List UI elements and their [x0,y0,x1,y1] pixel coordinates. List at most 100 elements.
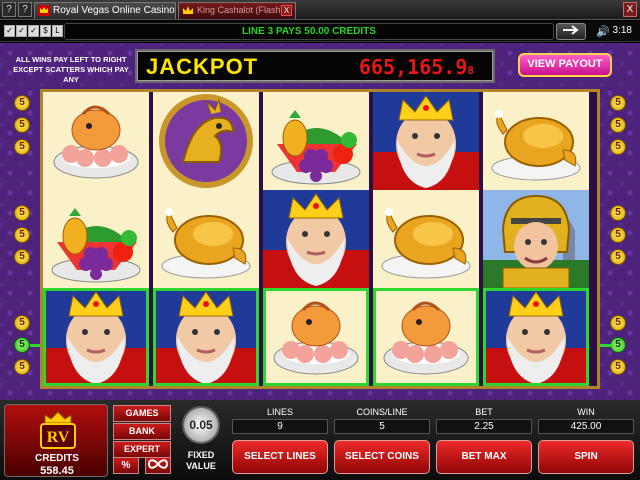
king-icon [263,190,369,288]
jackpot-label: JACKPOT [146,54,259,79]
fruit-icon [43,190,149,288]
sound-icon[interactable]: 🔊 [596,25,610,38]
infinity-icon [147,459,169,469]
payline-right-4-button[interactable]: 5 [610,205,626,221]
title-bar: ? ? Royal Vegas Online Casino King Casha… [0,0,640,20]
tool-button-1[interactable]: ✓ [4,25,15,37]
chicken-icon [373,190,479,288]
pay-rule-text: ALL WINS PAY LEFT TO RIGHT EXCEPT SCATTE… [13,55,129,84]
dragon-icon [153,92,259,190]
jackpot-value: 665,165.98 [359,55,474,79]
reel-4 [373,92,479,386]
chicken-symbol [483,92,589,190]
jackpot-display: JACKPOT 665,165.98 [137,51,493,81]
win-label: WIN [577,407,595,417]
svg-text:RV: RV [47,429,70,446]
king-symbol [373,92,479,190]
view-payout-button[interactable]: VIEW PAYOUT [518,53,612,77]
exit-button[interactable] [556,23,586,40]
payline-left-6-button[interactable]: 5 [14,249,30,265]
status-message: LINE 3 PAYS 50.00 CREDITS [64,23,554,40]
tool-button-2[interactable]: ✓ [16,25,27,37]
casino-icon [38,5,50,16]
winning-line-highlight [263,288,369,386]
knight-symbol [483,190,589,288]
payline-left-7-button[interactable]: 5 [14,315,30,331]
help-button[interactable]: ? [18,2,32,17]
fixed-value-label: FIXED VALUE [186,450,216,471]
payline-right-2-button[interactable]: 5 [610,117,626,133]
shrimp-icon [43,92,149,190]
reel-3 [263,92,369,386]
winning-line-highlight [153,288,259,386]
bank-button[interactable]: BANK [113,423,171,440]
window-close-button[interactable]: X [623,2,637,17]
tab-close-button[interactable]: X [281,5,292,16]
crown-icon [183,6,193,14]
tool-button-4[interactable]: $ [40,25,51,37]
expert-button[interactable]: EXPERT [113,441,171,458]
select-lines-button[interactable]: SELECT LINES [232,440,328,474]
slot-game: ALL WINS PAY LEFT TO RIGHT EXCEPT SCATTE… [0,43,640,400]
payline-left-9-button[interactable]: 5 [14,359,30,375]
payline-right-3-button[interactable]: 5 [610,139,626,155]
reel-2 [153,92,259,386]
percent-button[interactable]: % [113,457,139,474]
control-panel: RV CREDITS 558.45 GAMES BANK EXPERT % 0.… [0,400,640,480]
payline-right-5-button[interactable]: 5 [610,227,626,243]
spin-button[interactable]: SPIN [538,440,634,474]
shrimp-symbol [43,92,149,190]
tab-label: Royal Vegas Online Casino [53,5,175,16]
payline-left-1-button[interactable]: 5 [14,95,30,111]
king-icon [373,92,479,190]
select-coins-button[interactable]: SELECT COINS [334,440,430,474]
system-menu-button[interactable]: ? [2,2,16,17]
chicken-symbol [373,190,479,288]
coins-line-label: COINS/LINE [356,407,408,417]
chicken-icon [153,190,259,288]
payline-right-8-button[interactable]: 5 [610,337,626,353]
credits-panel: RV CREDITS 558.45 [4,404,108,477]
payline-left-3-button[interactable]: 5 [14,139,30,155]
info-bar: ✓ ✓ ✓ $ L LINE 3 PAYS 50.00 CREDITS 🔊 3:… [0,21,640,42]
credits-value: 558.45 [40,465,74,477]
royal-vegas-logo: RV [40,411,76,449]
payline-right-7-button[interactable]: 5 [610,315,626,331]
coins-line-value: 5 [334,419,430,434]
casino-window: ? ? Royal Vegas Online Casino King Casha… [0,0,640,480]
payline-left-4-button[interactable]: 5 [14,205,30,221]
lines-label: LINES [266,407,293,417]
king-symbol [263,190,369,288]
games-button[interactable]: GAMES [113,405,171,422]
winning-line-highlight [483,288,589,386]
reels [40,89,600,389]
credits-label: CREDITS [35,453,79,464]
bet-label: BET [475,407,493,417]
autoplay-button[interactable] [145,457,171,474]
knight-icon [483,190,589,288]
bet-max-button[interactable]: BET MAX [436,440,532,474]
payline-left-5-button[interactable]: 5 [14,227,30,243]
tab-royal-vegas[interactable]: Royal Vegas Online Casino [34,2,176,19]
bet-value: 2.25 [436,419,532,434]
payline-left-8-button[interactable]: 5 [14,337,30,353]
win-value: 425.00 [538,419,634,434]
chicken-icon [483,92,589,190]
payline-left-2-button[interactable]: 5 [14,117,30,133]
tab-king-cashalot[interactable]: King Cashalot (Flash) X [178,2,296,19]
fruit-symbol [263,92,369,190]
winning-line-highlight [373,288,479,386]
fruit-symbol [43,190,149,288]
payline-right-6-button[interactable]: 5 [610,249,626,265]
jackpot-amount: 665,165.9 [359,55,468,79]
payline-right-9-button[interactable]: 5 [610,359,626,375]
lines-value: 9 [232,419,328,434]
payline-right-1-button[interactable]: 5 [610,95,626,111]
payline-indicator-right [600,344,612,347]
tool-button-3[interactable]: ✓ [28,25,39,37]
chicken-symbol [153,190,259,288]
tab-label: King Cashalot (Flash) [197,5,284,15]
coin-value-chip[interactable]: 0.05 [182,406,220,444]
winning-line-highlight [43,288,149,386]
tool-button-5[interactable]: L [52,25,63,37]
